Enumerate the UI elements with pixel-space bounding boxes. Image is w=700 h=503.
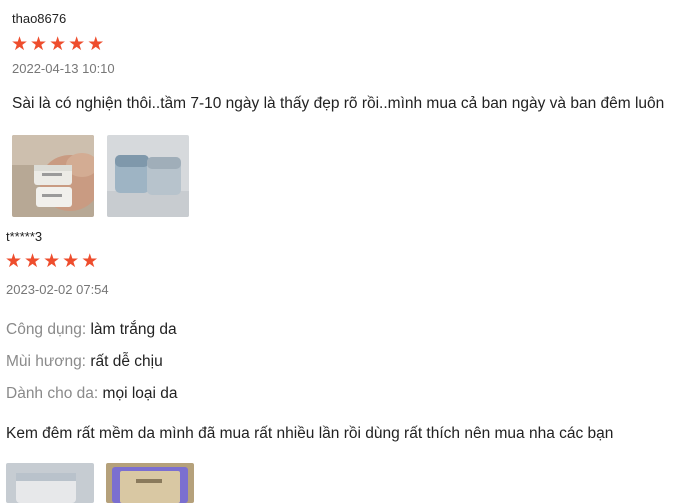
attribute-scent: Mùi hương: rất dễ chịu — [6, 353, 163, 371]
star-icon: ★ — [81, 251, 99, 272]
attribute-usage: Công dụng: làm trắng da — [6, 321, 177, 339]
review-date: 2023-02-02 07:54 — [6, 282, 109, 297]
star-icon: ★ — [11, 34, 29, 55]
review-username[interactable]: t*****3 — [6, 229, 42, 244]
attribute-value: làm trắng da — [90, 321, 177, 338]
review-image-2[interactable] — [107, 135, 189, 217]
attribute-label: Dành cho da: — [6, 385, 99, 402]
review-username[interactable]: thao8676 — [12, 11, 66, 26]
review-text: Sài là có nghiện thôi..tầm 7-10 ngày là … — [12, 95, 665, 112]
review-2: t*****3 ★ ★ ★ ★ ★ 2023-02-02 07:54 Công … — [0, 225, 700, 503]
star-icon: ★ — [43, 251, 61, 272]
review-image-1[interactable] — [6, 463, 94, 503]
star-icon: ★ — [24, 251, 42, 272]
rating-stars: ★ ★ ★ ★ ★ — [5, 252, 98, 271]
star-icon: ★ — [68, 34, 86, 55]
star-icon: ★ — [87, 34, 105, 55]
attribute-skin-type: Dành cho da: mọi loại da — [6, 385, 178, 403]
star-icon: ★ — [49, 34, 67, 55]
star-icon: ★ — [30, 34, 48, 55]
attribute-value: mọi loại da — [102, 385, 178, 402]
attribute-label: Mùi hương: — [6, 353, 86, 370]
star-icon: ★ — [5, 251, 23, 272]
review-text: Kem đêm rất mềm da mình đã mua rất nhiều… — [6, 425, 614, 442]
attribute-label: Công dụng: — [6, 321, 87, 338]
review-image-2[interactable] — [106, 463, 194, 503]
rating-stars: ★ ★ ★ ★ ★ — [11, 35, 104, 54]
attribute-value: rất dễ chịu — [90, 353, 163, 370]
review-date: 2022-04-13 10:10 — [12, 61, 115, 76]
star-icon: ★ — [62, 251, 80, 272]
review-image-1[interactable] — [12, 135, 94, 217]
review-1: thao8676 ★ ★ ★ ★ ★ 2022-04-13 10:10 Sài … — [0, 0, 700, 225]
